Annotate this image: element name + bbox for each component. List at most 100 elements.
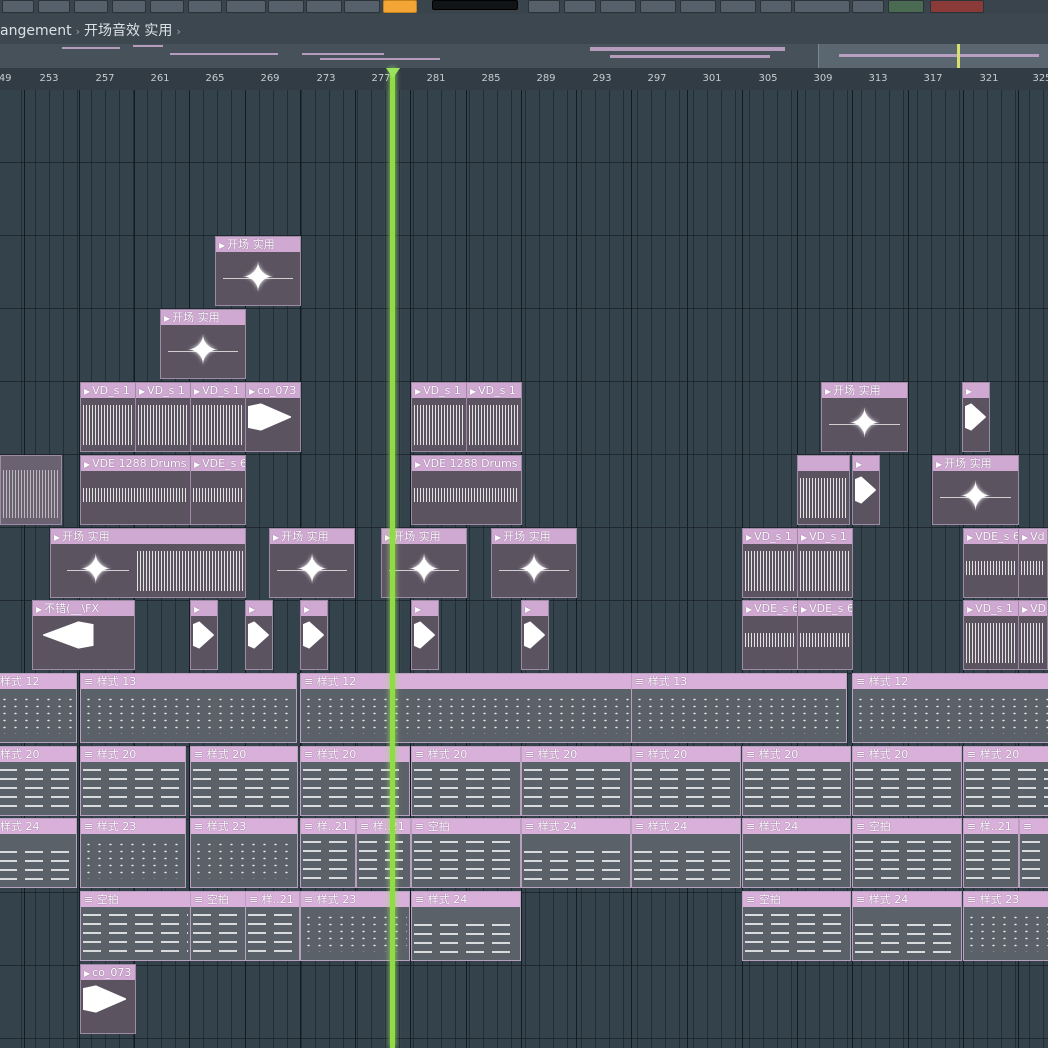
- audio-clip[interactable]: ▶VD_s 1: [411, 382, 467, 452]
- clip-header[interactable]: ▶ 开场 实用: [933, 456, 1018, 471]
- tool-button[interactable]: [528, 0, 560, 13]
- playhead[interactable]: [390, 68, 395, 1048]
- breadcrumb-pattern[interactable]: 开场音效 实用: [84, 23, 172, 39]
- clip-header[interactable]: ≡ 样式 12: [853, 674, 1048, 689]
- pattern-clip[interactable]: ≡ 样式 24: [631, 818, 741, 888]
- pattern-clip[interactable]: ≡ 空拍: [411, 818, 521, 888]
- clip-header[interactable]: ≡ 空拍: [853, 819, 961, 834]
- audio-clip[interactable]: ▶VD_s 1: [797, 528, 853, 598]
- clip-header[interactable]: ▶: [522, 601, 548, 616]
- audio-clip[interactable]: ▶: [190, 600, 218, 670]
- tool-button[interactable]: [112, 0, 146, 13]
- pattern-clip[interactable]: ≡ 样..21: [300, 818, 356, 888]
- clip-header[interactable]: ≡ 样式 20: [522, 747, 630, 762]
- clip-header[interactable]: 样式 12: [0, 674, 76, 689]
- audio-clip[interactable]: ▶ VDE_s 6: [742, 600, 798, 670]
- clip-header[interactable]: ≡ 空拍: [412, 819, 520, 834]
- pattern-clip[interactable]: ≡: [1019, 818, 1048, 888]
- clip-header[interactable]: ≡ 样..21: [964, 819, 1018, 834]
- pattern-clip[interactable]: ≡ 样式 20: [521, 746, 631, 816]
- tool-button[interactable]: [306, 0, 342, 13]
- pattern-clip[interactable]: ≡ 样式 20: [963, 746, 1048, 816]
- pattern-clip[interactable]: ≡ 样..21: [356, 818, 411, 888]
- clip-header[interactable]: ≡ 样式 20: [191, 747, 297, 762]
- audio-clip[interactable]: [797, 455, 850, 525]
- audio-clip[interactable]: ▶ 开场 实用 ✦: [269, 528, 355, 598]
- tool-button[interactable]: [760, 0, 792, 13]
- clip-header[interactable]: ▶ VDE_s 6: [964, 529, 1018, 544]
- pattern-clip[interactable]: ≡ 空拍: [190, 891, 246, 961]
- clip-header[interactable]: ≡ 空拍: [191, 892, 245, 907]
- clip-header[interactable]: ▶VD_s 1: [1019, 601, 1047, 616]
- audio-clip[interactable]: ▶ co_073: [80, 964, 136, 1034]
- tool-button[interactable]: [74, 0, 108, 13]
- audio-clip[interactable]: ▶VD_s 1: [190, 382, 246, 452]
- audio-clip[interactable]: ▶VD_s 1: [963, 600, 1019, 670]
- clip-header[interactable]: ≡ 样式 20: [412, 747, 520, 762]
- audio-clip[interactable]: ▶: [521, 600, 549, 670]
- clip-header[interactable]: ≡ 样式 13: [81, 674, 296, 689]
- audio-clip[interactable]: ▶ 开场 实用 ✦: [215, 236, 301, 306]
- audio-clip[interactable]: ▶ 不错(__\FX: [32, 600, 135, 670]
- audio-clip[interactable]: ▶ VDE 1288 Drums 6: [80, 455, 191, 525]
- record-button[interactable]: [383, 0, 417, 13]
- pattern-clip[interactable]: ≡ 样式 12: [852, 673, 1048, 743]
- clip-header[interactable]: ≡ 样式 24: [522, 819, 630, 834]
- clip-header[interactable]: [798, 456, 849, 471]
- pattern-clip[interactable]: ≡ 样..21: [245, 891, 300, 961]
- pattern-clip[interactable]: ≡ 样式 23: [190, 818, 298, 888]
- clip-header[interactable]: ▶VD_s 1: [798, 529, 852, 544]
- clip-header[interactable]: ▶: [191, 601, 217, 616]
- audio-clip[interactable]: ▶: [245, 600, 273, 670]
- clip-header[interactable]: ≡ 样式 24: [853, 892, 961, 907]
- audio-clip[interactable]: ▶ VDE_s 6: [797, 600, 853, 670]
- clip-header[interactable]: ≡ 样..21: [246, 892, 299, 907]
- audio-clip[interactable]: ▶: [852, 455, 880, 525]
- audio-clip[interactable]: ▶VD_s 1: [466, 382, 522, 452]
- clip-header[interactable]: ≡ 样..21: [301, 819, 355, 834]
- tool-button[interactable]: [930, 0, 984, 13]
- tool-button[interactable]: [2, 0, 34, 13]
- clip-header[interactable]: ▶: [246, 601, 272, 616]
- clip-header[interactable]: ▶ VDE 1288 Drums 6: [81, 456, 190, 471]
- tool-button[interactable]: [852, 0, 884, 13]
- audio-clip[interactable]: ▶: [300, 600, 328, 670]
- audio-clip[interactable]: ▶ VDE_s 6: [963, 528, 1019, 598]
- tool-button[interactable]: [720, 0, 756, 13]
- tool-button[interactable]: [188, 0, 222, 13]
- pattern-clip[interactable]: 样式 12: [0, 673, 77, 743]
- clip-header[interactable]: ≡: [1020, 819, 1048, 834]
- pattern-clip[interactable]: 样式 20: [0, 746, 77, 816]
- audio-clip[interactable]: ▶VD_s 1: [80, 382, 136, 452]
- pattern-clip[interactable]: ≡ 样..21: [963, 818, 1019, 888]
- clip-header[interactable]: ▶ VDE 1288 Drums 6: [412, 456, 521, 471]
- pattern-clip[interactable]: ≡ 样式 13: [80, 673, 297, 743]
- audio-clip[interactable]: ▶: [962, 382, 990, 452]
- clip-header[interactable]: ▶ co_073: [81, 965, 135, 980]
- audio-clip[interactable]: ▶ 开场 实用 ✦: [160, 309, 246, 379]
- audio-clip[interactable]: ▶VD_s 1: [1018, 600, 1048, 670]
- clip-header[interactable]: ≡ 样式 20: [743, 747, 850, 762]
- clip-header[interactable]: ≡ 样式 23: [81, 819, 185, 834]
- clip-header[interactable]: 样式 20: [0, 747, 76, 762]
- pattern-clip[interactable]: ≡ 样式 20: [742, 746, 851, 816]
- clip-header[interactable]: ≡ 样式 23: [191, 819, 297, 834]
- tool-button[interactable]: [794, 0, 850, 13]
- pattern-clip[interactable]: ≡ 样式 24: [852, 891, 962, 961]
- clip-header[interactable]: ▶ 开场 实用: [51, 529, 245, 544]
- clip-header[interactable]: ▶ co_073: [246, 383, 300, 398]
- clip-header[interactable]: ≡ 样式 13: [632, 674, 846, 689]
- pattern-clip[interactable]: ≡ 样式 23: [963, 891, 1048, 961]
- audio-clip[interactable]: ▶ 开场 实用 ✦: [50, 528, 246, 598]
- clip-header[interactable]: ▶VD_s 1: [412, 383, 466, 398]
- pattern-clip[interactable]: ≡ 样式 20: [631, 746, 741, 816]
- tool-button[interactable]: [150, 0, 184, 13]
- clip-header[interactable]: ▶ VDE_s 6: [191, 456, 245, 471]
- pattern-clip[interactable]: ≡ 样式 12: [300, 673, 632, 743]
- tool-button[interactable]: [888, 0, 924, 13]
- clip-header[interactable]: ▶ VDE_s 6: [798, 601, 852, 616]
- tool-button[interactable]: [226, 0, 266, 13]
- pattern-clip[interactable]: ≡ 样式 20: [411, 746, 521, 816]
- clip-header[interactable]: ▶ VDE_s 6: [743, 601, 797, 616]
- pattern-clip[interactable]: ≡ 样式 13: [631, 673, 847, 743]
